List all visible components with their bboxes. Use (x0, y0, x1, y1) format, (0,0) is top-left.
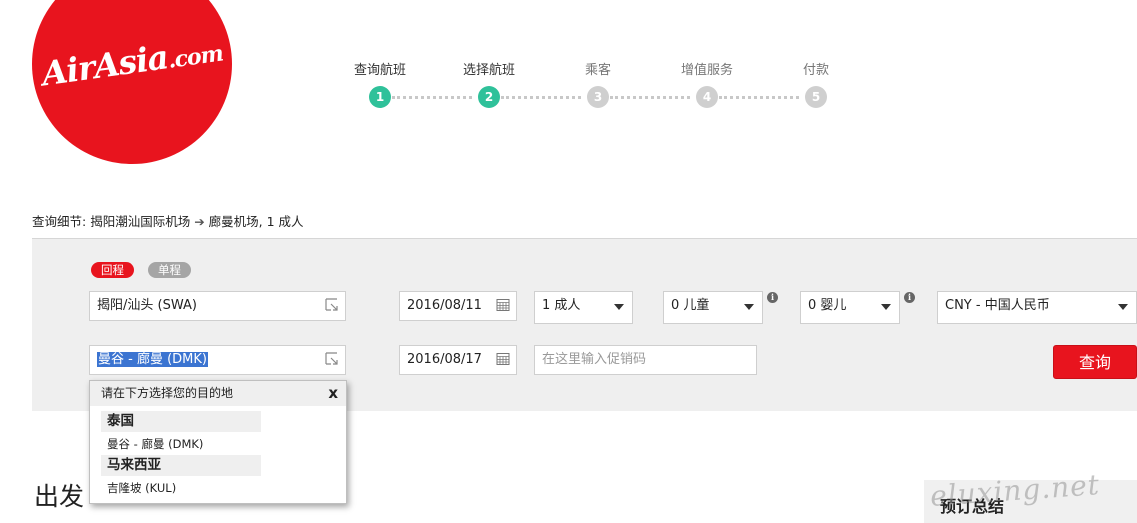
destination-dropdown: 请在下方选择您的目的地 x 泰国 曼谷 - 廊曼 (DMK) 马来西亚 吉隆坡 … (89, 380, 347, 504)
airport-option-dmk[interactable]: 曼谷 - 廊曼 (DMK) (107, 436, 203, 452)
step-search-flights[interactable]: 查询航班 1 (345, 62, 415, 108)
calendar-icon[interactable] (496, 298, 510, 312)
country-group-thailand: 泰国 (101, 411, 261, 432)
depart-heading: 出发 (34, 482, 85, 511)
step-number: 2 (478, 86, 500, 108)
infants-select[interactable]: 0 婴儿 (800, 291, 900, 324)
depart-date-value: 2016/08/11 (407, 298, 482, 313)
step-number: 5 (805, 86, 827, 108)
booking-page: AirAsia.com 查询航班 1 选择航班 2 乘客 3 增值服务 4 付款… (0, 0, 1137, 523)
chevron-down-icon (1118, 304, 1128, 310)
step-payment: 付款 5 (781, 62, 851, 108)
expand-list-icon[interactable] (325, 352, 339, 366)
chevron-down-icon (614, 304, 624, 310)
search-button[interactable]: 查询 (1053, 345, 1137, 379)
step-passengers: 乘客 3 (563, 62, 633, 108)
origin-input[interactable]: 揭阳/汕头 (SWA) (89, 291, 346, 321)
step-label: 查询航班 (353, 63, 406, 78)
return-date-value: 2016/08/17 (407, 352, 482, 367)
step-label: 付款 (802, 63, 829, 78)
info-icon[interactable]: i (767, 292, 778, 303)
infants-value: 0 婴儿 (808, 298, 847, 313)
dropdown-title: 请在下方选择您的目的地 (101, 386, 234, 400)
oneway-trip-toggle[interactable]: 单程 (148, 262, 191, 278)
expand-list-icon[interactable] (325, 298, 339, 312)
country-group-malaysia: 马来西亚 (101, 455, 261, 476)
currency-value: CNY - 中国人民币 (945, 298, 1050, 313)
progress-steps: 查询航班 1 选择航班 2 乘客 3 增值服务 4 付款 5 (347, 62, 847, 112)
return-trip-toggle[interactable]: 回程 (91, 262, 134, 278)
origin-value: 揭阳/汕头 (SWA) (97, 298, 197, 313)
step-number: 3 (587, 86, 609, 108)
children-select[interactable]: 0 儿童 (663, 291, 763, 324)
step-addons: 增值服务 4 (672, 62, 742, 108)
dropdown-header: 请在下方选择您的目的地 x (90, 381, 346, 406)
step-label: 增值服务 (680, 63, 733, 78)
step-label: 选择航班 (462, 63, 515, 78)
arrow-right-icon: ➔ (194, 214, 205, 229)
currency-select[interactable]: CNY - 中国人民币 (937, 291, 1137, 324)
destination-input[interactable]: 曼谷 - 廊曼 (DMK) (89, 345, 346, 375)
calendar-icon[interactable] (496, 352, 510, 366)
step-number: 4 (696, 86, 718, 108)
step-number: 1 (369, 86, 391, 108)
chevron-down-icon (881, 304, 891, 310)
summary-origin: 揭阳潮汕国际机场 (90, 214, 191, 229)
depart-date-input[interactable]: 2016/08/11 (399, 291, 517, 321)
chevron-down-icon (744, 304, 754, 310)
promo-code-input[interactable]: 在这里输入促销码 (534, 345, 757, 375)
airasia-logo[interactable]: AirAsia.com (32, 0, 232, 164)
search-summary: 查询细节: 揭阳潮汕国际机场 ➔ 廊曼机场, 1 成人 (32, 211, 304, 230)
promo-placeholder: 在这里输入促销码 (542, 352, 647, 367)
adults-select[interactable]: 1 成人 (534, 291, 633, 324)
step-select-flights[interactable]: 选择航班 2 (454, 62, 524, 108)
adults-value: 1 成人 (542, 298, 581, 313)
close-icon[interactable]: x (328, 381, 338, 406)
summary-destination: 廊曼机场, 1 成人 (208, 214, 304, 229)
info-icon[interactable]: i (904, 292, 915, 303)
return-date-input[interactable]: 2016/08/17 (399, 345, 517, 375)
destination-value: 曼谷 - 廊曼 (DMK) (97, 352, 208, 367)
step-label: 乘客 (584, 63, 611, 78)
logo-wordmark: AirAsia.com (39, 37, 225, 94)
summary-prefix: 查询细节: (32, 214, 87, 229)
children-value: 0 儿童 (671, 298, 710, 313)
airport-option-kul[interactable]: 吉隆坡 (KUL) (107, 480, 176, 496)
